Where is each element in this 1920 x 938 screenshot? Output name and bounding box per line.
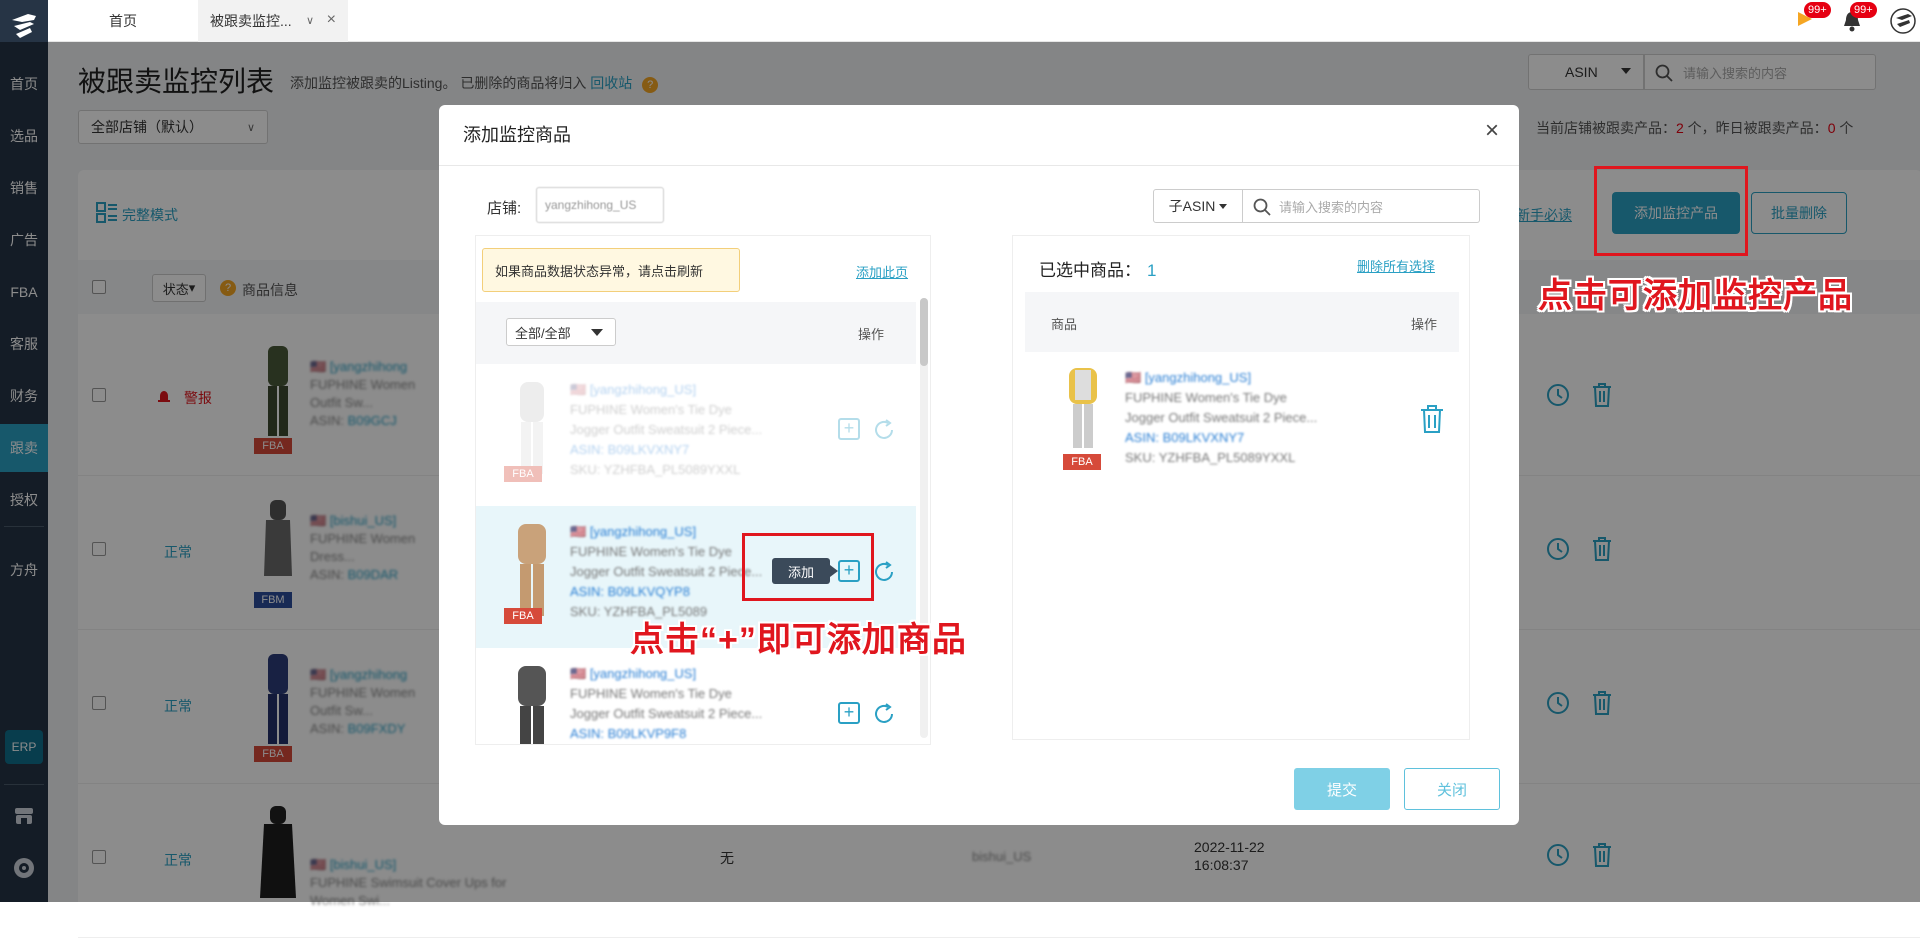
product-store: [yangzhihong_US] (589, 382, 697, 397)
modal-title: 添加监控商品 (463, 125, 571, 145)
fba-tag: FBA (504, 608, 542, 624)
product-title-2: Jogger Outfit Sweatsuit 2 Piece... (570, 706, 763, 721)
product-sku: SKU: YZHFBA_PL5089YXXL (1125, 450, 1296, 465)
close-icon[interactable]: × (327, 11, 336, 29)
refresh-icon[interactable] (872, 418, 896, 442)
store-label: 店铺: (487, 200, 522, 217)
product-title-1: FUPHINE Women's Tie Dye (570, 686, 732, 701)
product-thumbnail (520, 382, 544, 474)
highlight-box-add-item (742, 533, 874, 601)
add-this-page-link[interactable]: 添加此页 (856, 262, 908, 281)
flag-count-badge: 99+ (1804, 2, 1831, 18)
product-asin: ASIN: B09LKVQYP8 (570, 584, 690, 599)
product-store: [yangzhihong_US] (1144, 370, 1252, 385)
caret-down-icon (1219, 203, 1228, 209)
app-logo-icon[interactable] (8, 10, 40, 42)
product-list-panel: 如果商品数据状态异常，请点击刷新 添加此页 全部/全部 操作 FBA 🇺🇸 [y… (475, 235, 931, 745)
search-icon (1253, 198, 1271, 216)
child-asin-value: 子ASIN (1168, 198, 1216, 214)
hint-add-item: 点击“+”即可添加商品 (630, 621, 967, 659)
product-title-1: FUPHINE Women's Tie Dye (570, 402, 732, 417)
filter-select[interactable]: 全部/全部 (506, 318, 616, 346)
product-sku: SKU: YZHFBA_PL5089YXXL (570, 462, 741, 477)
product-store: [yangzhihong_US] (589, 524, 697, 539)
caret-down-icon (591, 329, 603, 336)
modal-search-input[interactable]: 请输入搜索的内容 (1243, 189, 1480, 223)
product-thumbnail (518, 524, 546, 616)
close-icon[interactable]: × (1485, 117, 1499, 145)
selected-product-info: 🇺🇸 [yangzhihong_US] FUPHINE Women's Tie … (1125, 370, 1318, 465)
col-product: 商品 (1051, 317, 1078, 332)
product-thumbnail (1069, 368, 1097, 448)
header-icons: 99+ 99+ (1780, 0, 1920, 42)
selected-count: 1 (1147, 261, 1157, 280)
refresh-notice: 如果商品数据状态异常，请点击刷新 (482, 248, 740, 292)
selected-list-header (1025, 292, 1459, 352)
chevron-down-icon[interactable]: ∨ (306, 14, 314, 27)
col-operation: 操作 (1411, 317, 1438, 332)
refresh-icon[interactable] (872, 560, 896, 584)
product-title-2: Jogger Outfit Sweatsuit 2 Piece... (570, 564, 763, 579)
avatar[interactable] (1890, 8, 1916, 34)
hint-add-monitor: 点击可添加监控产品 (1538, 277, 1853, 315)
product-asin: ASIN: B09LKVXNY7 (1125, 430, 1245, 445)
fba-tag: FBA (1063, 454, 1101, 470)
refresh-icon[interactable] (872, 702, 896, 726)
selected-products-panel: 已选中商品： 1 删除所有选择 商品 操作 FBA 🇺🇸 [yangzhihong… (1012, 235, 1470, 740)
submit-button[interactable]: 提交 (1294, 768, 1390, 810)
top-tab-bar: 首页 被跟卖监控... ∨ × 99+ 99+ (48, 0, 1920, 42)
selected-label: 已选中商品： 1 (1039, 256, 1156, 281)
list-item: 🇺🇸 [yangzhihong_US] FUPHINE Women's Tie … (476, 648, 916, 744)
store-field[interactable]: yangzhihong_US (536, 187, 664, 223)
delete-all-link[interactable]: 删除所有选择 (1357, 256, 1435, 275)
scrollbar-thumb[interactable] (920, 298, 928, 366)
add-product-button[interactable]: + (838, 418, 860, 440)
modal-search-placeholder: 请输入搜索的内容 (1279, 199, 1384, 215)
filter-value: 全部/全部 (515, 325, 571, 341)
product-info: 🇺🇸 [yangzhihong_US] FUPHINE Women's Tie … (570, 666, 763, 741)
tab-home[interactable]: 首页 (48, 0, 198, 42)
product-title-1: FUPHINE Women's Tie Dye (1125, 390, 1287, 405)
add-product-button[interactable]: + (838, 702, 860, 724)
tab-follow-monitor[interactable]: 被跟卖监控... ∨ × (198, 0, 348, 42)
list-item: FBA 🇺🇸 [yangzhihong_US] FUPHINE Women's … (476, 364, 916, 506)
product-title-2: Jogger Outfit Sweatsuit 2 Piece... (570, 422, 763, 437)
product-store: [yangzhihong_US] (589, 666, 697, 681)
child-asin-select[interactable]: 子ASIN (1153, 189, 1243, 223)
product-title-1: FUPHINE Women's Tie Dye (570, 544, 732, 559)
col-operation: 操作 (858, 327, 885, 342)
modal-divider (439, 165, 1519, 166)
product-thumbnail (518, 666, 546, 744)
close-button[interactable]: 关闭 (1404, 768, 1500, 810)
fba-tag: FBA (504, 466, 542, 482)
product-info: 🇺🇸 [yangzhihong_US] FUPHINE Women's Tie … (570, 382, 763, 477)
trash-icon[interactable] (1419, 404, 1445, 434)
product-title-2: Jogger Outfit Sweatsuit 2 Piece... (1125, 410, 1318, 425)
selected-label-text: 已选中商品： (1039, 261, 1141, 280)
bell-count-badge: 99+ (1850, 2, 1877, 18)
product-asin: ASIN: B09LKVP9F8 (570, 726, 687, 741)
tab-label: 被跟卖监控... (210, 13, 292, 29)
product-asin: ASIN: B09LKVXNY7 (570, 442, 690, 457)
highlight-box-add-monitor (1594, 166, 1748, 256)
